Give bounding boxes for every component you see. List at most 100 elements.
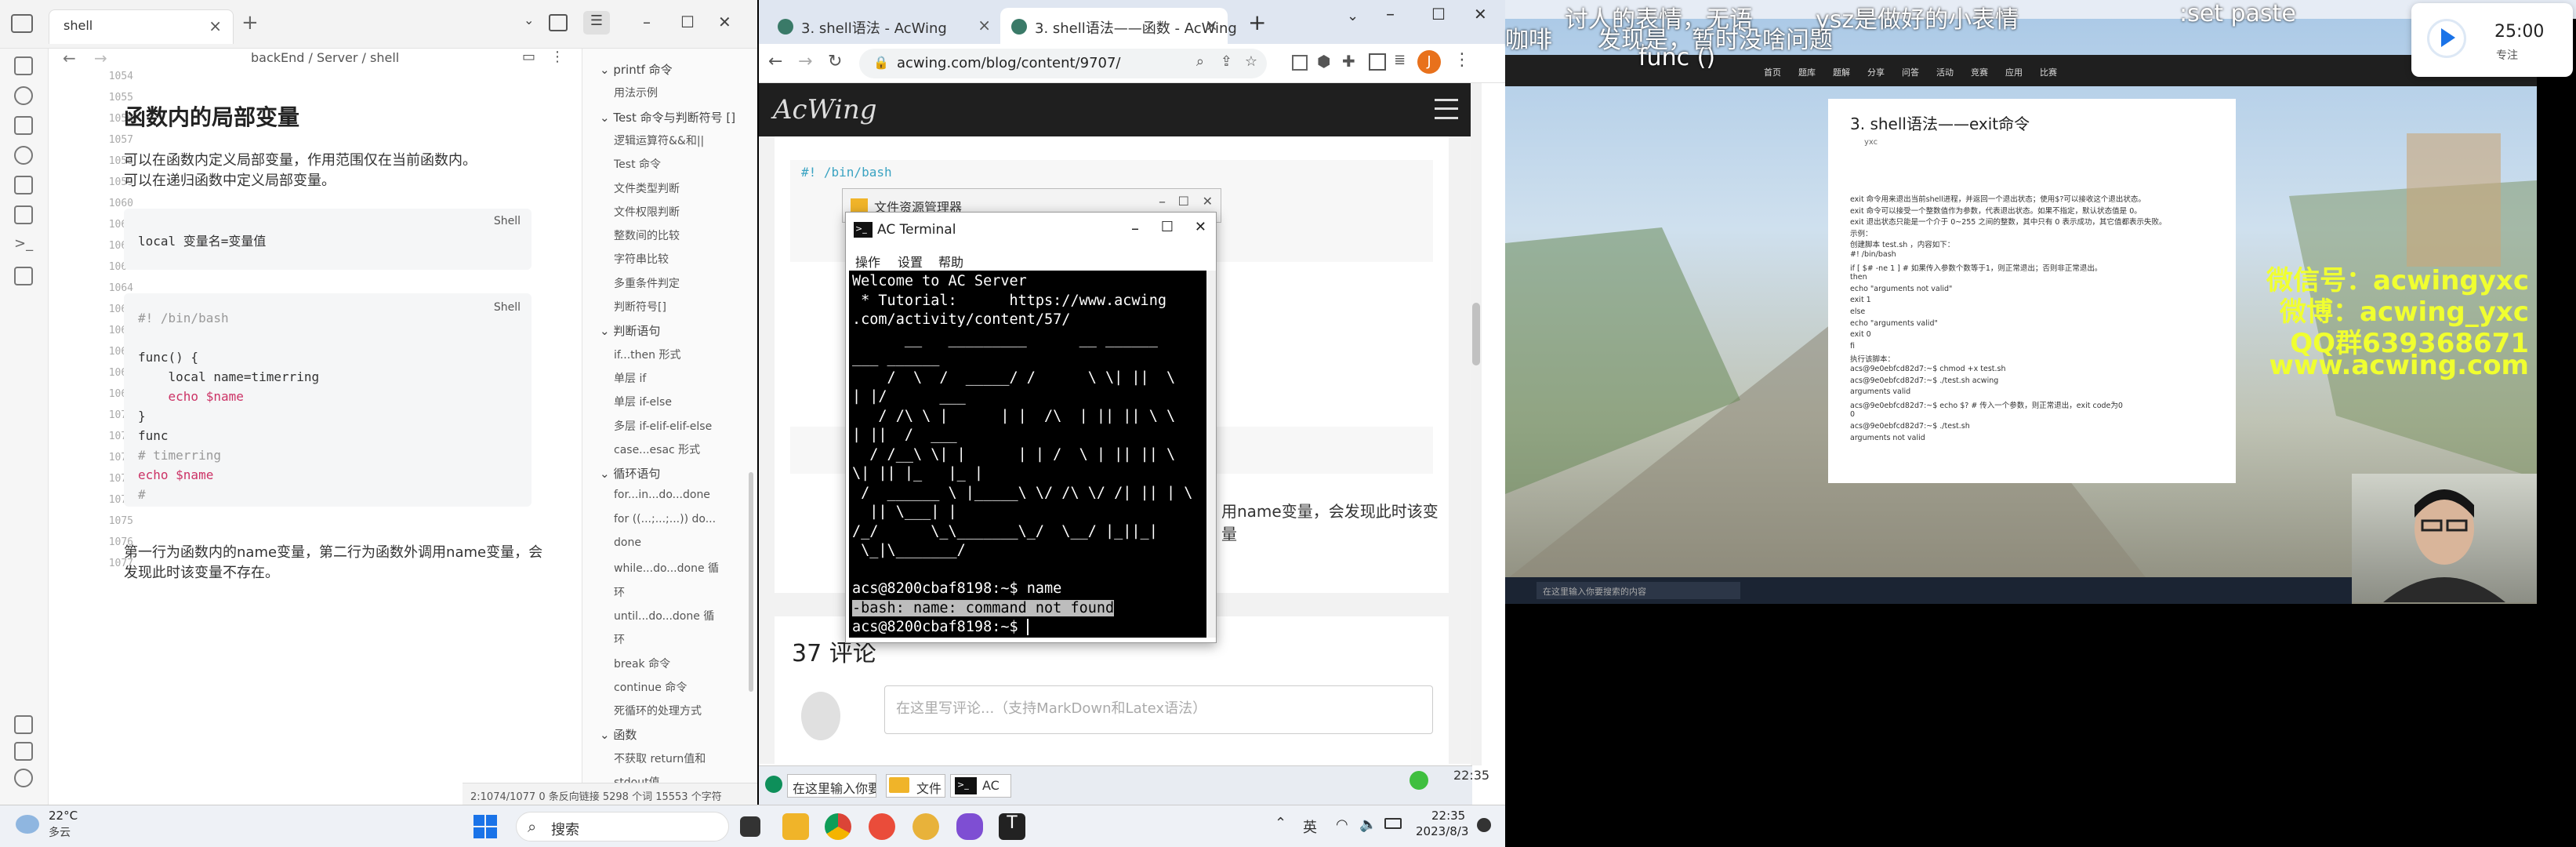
windows-start-icon[interactable]	[473, 815, 497, 838]
maximize-icon[interactable]: ☐	[680, 13, 695, 31]
outline-item[interactable]: case...esac 形式	[614, 442, 700, 457]
extensions-puzzle-icon[interactable]: ✚	[1342, 52, 1355, 71]
new-tab-icon[interactable]: +	[241, 11, 259, 35]
close-window-icon[interactable]: ✕	[1195, 219, 1206, 235]
reading-view-icon[interactable]: ▭	[522, 49, 535, 65]
close-tab-icon[interactable]: ×	[1205, 16, 1218, 35]
extension-icon[interactable]: ⬢	[1317, 52, 1330, 71]
weather-icon[interactable]	[16, 815, 39, 834]
menu-item-help[interactable]: 帮助	[938, 252, 963, 271]
outline-item[interactable]: while...do...done 循	[614, 560, 719, 576]
back-icon[interactable]: ←	[63, 49, 76, 67]
battery-icon[interactable]	[1384, 818, 1402, 829]
close-tab-icon[interactable]: ×	[978, 16, 991, 35]
help-icon[interactable]	[14, 715, 33, 734]
chrome-taskbar-icon[interactable]	[825, 813, 851, 840]
acwing-logo[interactable]: AcWing	[773, 94, 876, 125]
outline-item[interactable]: 多层 if-elif-elif-else	[614, 418, 712, 434]
terminal-scrollbar[interactable]	[1206, 271, 1216, 638]
blocks-icon[interactable]	[14, 176, 33, 194]
daily-note-icon[interactable]	[14, 116, 33, 135]
outline-item[interactable]: 环	[614, 584, 625, 600]
minimize-icon[interactable]: –	[1386, 5, 1395, 24]
outline-item[interactable]: for ((...;...;...)) do...	[614, 513, 716, 525]
outline-item[interactable]: 死循环的处理方式	[614, 703, 702, 718]
outline-item[interactable]: 文件类型判断	[614, 180, 680, 196]
taskbar-search-box[interactable]: ⌕ 搜索	[516, 812, 729, 842]
ime-indicator[interactable]: 英	[1303, 816, 1317, 837]
code-block[interactable]: Shell local 变量名=变量值	[124, 209, 532, 270]
outline-item[interactable]: 多重条件判定	[614, 275, 680, 291]
menu-item-settings[interactable]: 设置	[898, 252, 923, 271]
outline-item[interactable]: 整数间的比较	[614, 227, 680, 243]
copy-icon[interactable]	[14, 205, 33, 224]
task-view-icon[interactable]	[740, 816, 760, 837]
terminal-titlebar[interactable]: >_ AC Terminal – ☐ ✕	[846, 213, 1216, 247]
outline-item[interactable]: 用法示例	[614, 85, 658, 100]
chevron-down-icon[interactable]: ⌄	[1347, 8, 1359, 24]
taskbar-time[interactable]: 22:35	[1431, 809, 1465, 823]
outline-item[interactable]: ⌄ printf 命令	[600, 61, 673, 78]
browser-tab-active[interactable]: 3. shell语法——函数 - AcWing ×	[1000, 8, 1237, 44]
bookmark-star-icon[interactable]: ☆	[1245, 53, 1257, 70]
chevron-down-icon[interactable]: ⌄	[524, 13, 534, 27]
outline-item[interactable]: 单层 if	[614, 370, 646, 386]
url-bar[interactable]: 🔒 acwing.com/blog/content/9707/ ⌕ ⇪ ☆	[859, 49, 1267, 78]
zoom-icon[interactable]: ⌕	[1196, 53, 1204, 70]
reading-list-icon[interactable]	[1292, 55, 1308, 71]
outline-item[interactable]: if...then 形式	[614, 347, 680, 362]
note-tab[interactable]: shell ×	[49, 9, 234, 44]
forward-icon[interactable]: →	[798, 52, 812, 71]
browser-tab[interactable]: 3. shell语法 - AcWing ×	[767, 8, 1000, 44]
close-window-icon[interactable]: ✕	[1203, 194, 1213, 209]
volume-icon[interactable]: 🔈	[1359, 816, 1377, 833]
minimize-icon[interactable]: –	[1131, 219, 1139, 238]
menu-item-actions[interactable]: 操作	[855, 252, 880, 271]
app-taskbar-icon[interactable]	[912, 813, 939, 840]
file-explorer-taskbar-icon[interactable]	[782, 813, 809, 840]
sidebar-icon[interactable]	[1369, 53, 1386, 71]
outline-item[interactable]: done	[614, 536, 641, 549]
outline-item[interactable]: 判断符号[]	[614, 299, 666, 314]
outline-toggle-icon[interactable]: ☰	[583, 11, 610, 35]
comment-input[interactable]: 在这里写评论...（支持MarkDown和Latex语法）	[884, 685, 1433, 734]
maximize-icon[interactable]: ☐	[1431, 5, 1446, 24]
history-icon[interactable]	[14, 86, 33, 105]
outline-item[interactable]: 逻辑运算符&&和||	[614, 133, 704, 148]
maximize-icon[interactable]: ☐	[1161, 219, 1174, 235]
outline-item[interactable]: break 命令	[614, 656, 670, 671]
app-taskbar-icon[interactable]	[869, 813, 895, 840]
notification-icon[interactable]	[1477, 818, 1491, 832]
outline-item[interactable]: ⌄ Test 命令与判断符号 []	[600, 109, 735, 125]
maximize-icon[interactable]: ☐	[1178, 194, 1189, 209]
terminal-icon[interactable]: >_	[14, 235, 33, 254]
file-icon[interactable]	[14, 267, 33, 285]
chevron-up-icon[interactable]: ⌃	[1275, 815, 1286, 831]
weather-temp[interactable]: 22°C	[49, 809, 78, 823]
more-options-icon[interactable]: ⋮	[550, 49, 564, 65]
close-icon[interactable]: ×	[209, 16, 222, 35]
kebab-menu-icon[interactable]: ⋮	[1453, 50, 1471, 70]
inner-search-box[interactable]: 在这里输入你要	[787, 774, 876, 798]
media-icon[interactable]: ≣	[1394, 52, 1406, 68]
share-icon[interactable]: ⇪	[1221, 53, 1232, 70]
weather-desc[interactable]: 多云	[49, 824, 71, 840]
reload-icon[interactable]: ↻	[828, 52, 842, 71]
new-tab-icon[interactable]: +	[1248, 9, 1266, 35]
editor-pane[interactable]: 1054 1055 1056 1057 1058 1059 1060 1061 1062 1063…	[49, 67, 574, 773]
outline-item[interactable]: Test 命令	[614, 156, 661, 172]
page-scrollbar[interactable]	[1471, 83, 1482, 765]
scrollbar-thumb[interactable]	[1472, 303, 1480, 365]
focus-timer-widget[interactable]: 25:00 专注	[2411, 3, 2573, 77]
typora-taskbar-icon[interactable]: T	[999, 813, 1025, 840]
hamburger-menu-icon[interactable]	[1435, 99, 1458, 119]
layout-icon[interactable]	[549, 14, 568, 31]
vault-icon[interactable]	[14, 742, 33, 761]
settings-icon[interactable]	[14, 769, 33, 787]
outline-item[interactable]: continue 命令	[614, 679, 687, 695]
outline-item[interactable]: until...do...done 循	[614, 608, 714, 623]
outline-item[interactable]: 环	[614, 631, 625, 647]
terminal-screen[interactable]: Welcome to AC Server * Tutorial: https:/…	[849, 271, 1206, 638]
outline-item[interactable]: 文件权限判断	[614, 204, 680, 220]
outline-item[interactable]: for...in...do...done	[614, 489, 710, 501]
